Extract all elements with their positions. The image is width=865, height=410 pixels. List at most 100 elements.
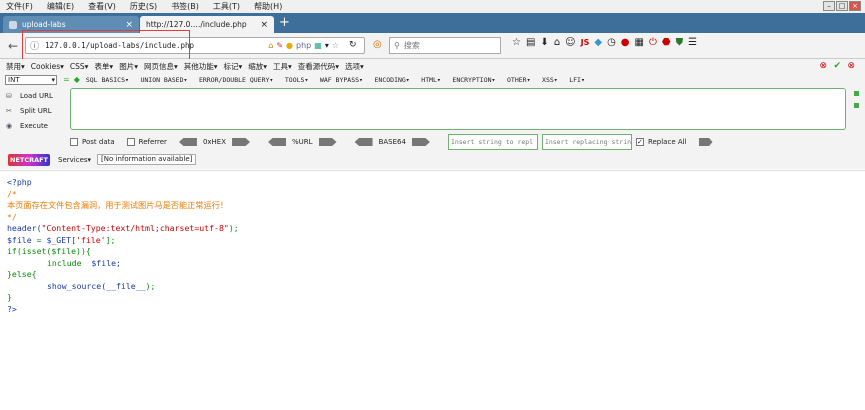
netcraft-row: NETCRAFT Services▾ [No information avail… (8, 153, 197, 166)
wd-misc[interactable]: 其他功能▾ (184, 61, 218, 72)
load-url-button[interactable]: ⛁ Load URL (6, 88, 66, 103)
js-icon[interactable]: JS (581, 38, 590, 47)
url-encode-icon[interactable] (318, 138, 337, 146)
insert-string-input[interactable]: Insert string to repl (447, 134, 538, 150)
power-icon[interactable]: ⏻ (649, 37, 657, 48)
hackbar-url-textarea[interactable] (70, 88, 846, 130)
php-icon[interactable]: php (296, 41, 311, 50)
replace-arrow-icon[interactable] (698, 138, 713, 146)
adblock-icon[interactable]: ⬣ (662, 37, 671, 48)
menu-help[interactable]: 帮助(H) (254, 1, 282, 12)
menu-file[interactable]: 文件(F) (6, 1, 33, 12)
tab-include-php[interactable]: http://127.0.…/include.php × (140, 16, 274, 33)
execute-button[interactable]: ◉ Execute (6, 118, 66, 133)
record-icon[interactable]: ● (621, 37, 630, 48)
post-data-checkbox[interactable]: Post data (70, 138, 115, 146)
green-shield-icon[interactable]: ⛊ (676, 37, 684, 48)
menu-sql-basics[interactable]: SQL BASICS▾ (86, 76, 129, 84)
replace-all-checkbox[interactable]: ✓ Replace All (635, 138, 687, 146)
menu-union-based[interactable]: UNION BASED▾ (140, 76, 187, 84)
hex-decode-icon[interactable] (178, 138, 197, 146)
wd-images[interactable]: 图片▾ (119, 61, 138, 72)
url-bar[interactable]: ⓘ 127.0.0.1/upload-labs/include.php ⌂ ✎ … (25, 37, 365, 54)
search-placeholder: 搜索 (403, 41, 420, 50)
hex-encode-control: 0xHEX (178, 138, 256, 146)
plus-icon[interactable]: ◆ (74, 75, 80, 84)
menu-encoding[interactable]: ENCODING▾ (375, 76, 410, 84)
tab-upload-labs[interactable]: upload-labs × (3, 16, 139, 33)
lock-icon[interactable]: ● (286, 41, 293, 50)
replacing-string-input[interactable]: Insert replacing strin (541, 134, 632, 150)
menu-waf-bypass[interactable]: WAF BYPASS▾ (320, 76, 363, 84)
wd-info[interactable]: 网页信息▾ (144, 61, 178, 72)
split-icon: ✂ (6, 106, 12, 115)
url-decode-icon[interactable] (268, 138, 287, 146)
pen-icon[interactable]: ✎ (276, 41, 283, 50)
menu-other[interactable]: OTHER▾ (507, 76, 530, 84)
replace-all-label: Replace All (647, 138, 687, 146)
menu-bookmarks[interactable]: 书签(B) (171, 1, 199, 12)
code-token: } (7, 292, 12, 302)
toolbar-close-icon[interactable]: ⊗ (847, 61, 855, 71)
close-window-icon[interactable]: × (849, 1, 861, 11)
addon-icon[interactable]: ◎ (373, 39, 382, 50)
int-select[interactable]: INT (5, 74, 57, 85)
base64-encode-icon[interactable] (411, 138, 430, 146)
reading-list-icon[interactable]: ▤ (526, 37, 535, 48)
minus-icon[interactable]: = (63, 75, 70, 84)
new-tab-button[interactable]: + (279, 16, 290, 30)
wd-css[interactable]: CSS▾ (70, 62, 89, 71)
dropdown-icon[interactable]: ▾ (325, 41, 329, 50)
wd-tools[interactable]: 工具▾ (273, 61, 292, 72)
checkbox-box (70, 138, 78, 146)
clock-icon[interactable]: ◷ (607, 37, 616, 48)
maximize-icon[interactable]: □ (836, 1, 848, 11)
face-icon[interactable]: ☺ (565, 37, 575, 48)
scroll-down-icon[interactable] (854, 103, 859, 108)
reload-icon[interactable]: ↻ (349, 40, 357, 50)
error-icon[interactable]: ⊗ (819, 61, 827, 71)
hamburger-menu-icon[interactable]: ☰ (688, 37, 697, 48)
menu-encryption[interactable]: ENCRYPTION▾ (452, 76, 495, 84)
grid-addon-icon[interactable]: ▦ (635, 37, 644, 48)
menu-xss[interactable]: XSS▾ (542, 76, 558, 84)
hex-encode-icon[interactable] (232, 138, 251, 146)
wd-resize[interactable]: 缩放▾ (248, 61, 267, 72)
menu-tools[interactable]: TOOLS▾ (285, 76, 308, 84)
check-icon[interactable]: ✔ (833, 61, 841, 71)
info-icon[interactable]: ⓘ (30, 39, 39, 52)
home-icon[interactable]: ⌂ (268, 41, 273, 50)
search-field[interactable]: ⚲ 搜索 (389, 37, 501, 54)
menu-edit[interactable]: 编辑(E) (47, 1, 74, 12)
services-menu[interactable]: Services▾ (58, 156, 91, 164)
minimize-icon[interactable]: – (823, 1, 835, 11)
shield-icon[interactable]: ◆ (594, 37, 602, 48)
referrer-checkbox[interactable]: Referrer (126, 138, 167, 146)
menu-html[interactable]: HTML▾ (421, 76, 441, 84)
php-open-tag: <?php (7, 177, 32, 187)
download-icon[interactable]: ⬇ (540, 37, 548, 48)
wd-cookies[interactable]: Cookies▾ (31, 62, 64, 71)
wd-view-source[interactable]: 查看源代码▾ (298, 61, 339, 72)
close-tab-icon[interactable]: × (125, 20, 133, 30)
menu-lfi[interactable]: LFI▾ (569, 76, 585, 84)
bookmark-star-icon[interactable]: ☆ (512, 37, 521, 48)
menu-history[interactable]: 历史(S) (130, 1, 157, 12)
home-button-icon[interactable]: ⌂ (554, 37, 560, 48)
wd-forms[interactable]: 表单▾ (94, 61, 113, 72)
wd-options[interactable]: 选项▾ (345, 61, 364, 72)
menu-error-query[interactable]: ERROR/DOUBLE QUERY▾ (199, 76, 273, 84)
menu-tools[interactable]: 工具(T) (213, 1, 240, 12)
wd-outline[interactable]: 标记▾ (224, 61, 243, 72)
hackbar-options-row: Post data Referrer 0xHEX %URL BASE64 Ins… (70, 133, 719, 151)
scroll-up-icon[interactable] (854, 91, 859, 96)
back-arrow-icon[interactable]: ← (8, 39, 18, 53)
code-token: ); (145, 280, 156, 291)
close-tab-icon[interactable]: × (260, 20, 268, 30)
menu-view[interactable]: 查看(V) (88, 1, 116, 12)
wd-disable[interactable]: 禁用▾ (6, 61, 25, 72)
split-url-button[interactable]: ✂ Split URL (6, 103, 66, 118)
base64-decode-icon[interactable] (354, 138, 373, 146)
star-icon[interactable]: ☆ (332, 41, 339, 50)
grid-icon[interactable]: ▦ (314, 41, 322, 50)
